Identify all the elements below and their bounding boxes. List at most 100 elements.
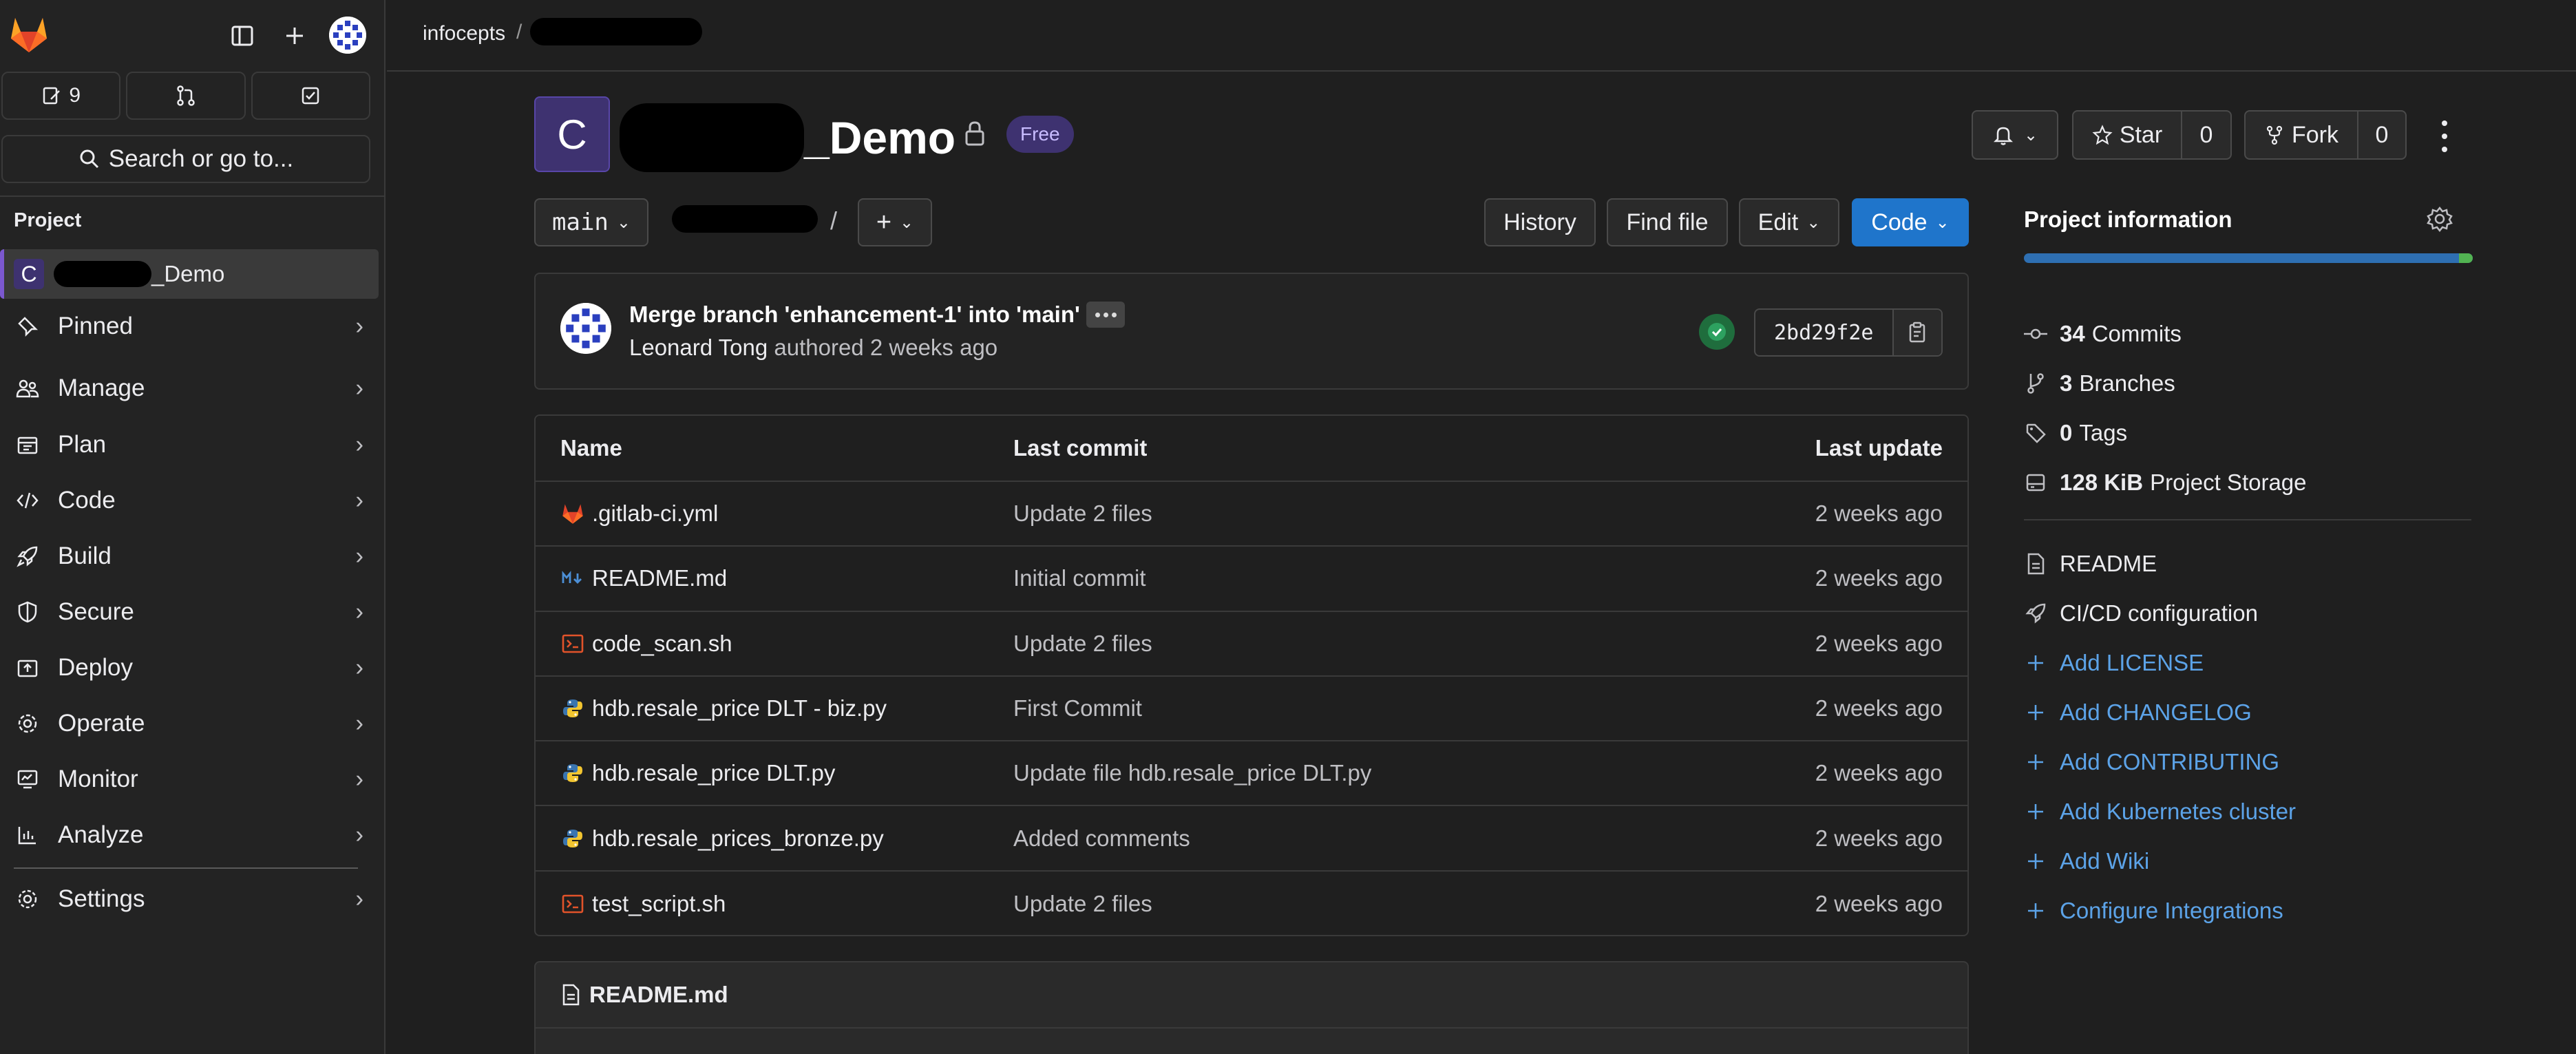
fork-count[interactable]: 0 <box>2358 112 2405 158</box>
storage-stat[interactable]: 128 KiB Project Storage <box>2024 465 2307 500</box>
file-last-commit-link[interactable]: Update 2 files <box>1013 891 1678 917</box>
todos-button[interactable] <box>251 72 370 120</box>
sidebar-item-label: Secure <box>58 598 134 625</box>
file-icon <box>2024 553 2047 575</box>
file-name-cell: hdb.resale_prices_bronze.py <box>536 825 1013 852</box>
plus-icon <box>2024 852 2047 871</box>
settings-icon <box>12 887 43 911</box>
info-link-add-wiki[interactable]: Add Wiki <box>2024 844 2149 878</box>
commit-sha[interactable]: 2bd29f2e <box>1755 321 1892 345</box>
notifications-button[interactable]: ⌄ <box>1972 110 2058 160</box>
code-dropdown-button[interactable]: Code ⌄ <box>1852 198 1969 246</box>
table-row[interactable]: README.md Initial commit 2 weeks ago <box>536 547 1967 612</box>
file-last-commit-link[interactable]: Update 2 files <box>1013 500 1678 527</box>
redacted-text <box>54 261 151 287</box>
file-name-link[interactable]: code_scan.sh <box>592 631 732 657</box>
gear-icon[interactable] <box>2426 205 2453 233</box>
sidebar-item-operate[interactable]: Operate › <box>0 699 379 748</box>
readme-header: README.md <box>536 962 1967 1029</box>
commit-title-link[interactable]: Merge branch 'enhancement-1' into 'main' <box>629 302 1080 328</box>
redacted-text <box>620 103 804 172</box>
info-link-add-kubernetes-cluster[interactable]: Add Kubernetes cluster <box>2024 794 2296 829</box>
expand-commit-description-button[interactable] <box>1086 302 1125 328</box>
star-count[interactable]: 0 <box>2182 112 2230 158</box>
history-button[interactable]: History <box>1484 198 1596 246</box>
sidebar-item-label: Settings <box>58 885 145 912</box>
readme-title[interactable]: README.md <box>589 982 728 1008</box>
table-row[interactable]: hdb.resale_prices_bronze.py Added comment… <box>536 806 1967 872</box>
project-title: _Demo <box>620 103 956 172</box>
file-name-cell: README.md <box>536 565 1013 591</box>
file-last-commit-link[interactable]: First Commit <box>1013 695 1678 721</box>
info-link-add-license[interactable]: Add LICENSE <box>2024 646 2204 680</box>
file-last-commit-link[interactable]: Update 2 files <box>1013 631 1678 657</box>
file-last-commit-link[interactable]: Initial commit <box>1013 565 1678 591</box>
add-to-tree-button[interactable]: + ⌄ <box>858 198 932 246</box>
plus-icon <box>2024 653 2047 673</box>
commits-stat[interactable]: 34 Commits <box>2024 317 2182 351</box>
file-name-link[interactable]: hdb.resale_price DLT - biz.py <box>592 695 887 721</box>
sidebar-item-manage[interactable]: Manage › <box>0 363 379 413</box>
sidebar-current-project[interactable]: C _Demo <box>0 249 379 299</box>
sidebar-item-analyze[interactable]: Analyze › <box>0 810 379 860</box>
sidebar-item-pinned[interactable]: Pinned › <box>0 302 379 351</box>
table-row[interactable]: hdb.resale_price DLT - biz.py First Commi… <box>536 677 1967 742</box>
info-link-add-contributing[interactable]: Add CONTRIBUTING <box>2024 745 2279 779</box>
branch-icon <box>2024 372 2047 394</box>
file-name-link[interactable]: hdb.resale_price DLT.py <box>592 760 835 786</box>
commit-author-link[interactable]: Leonard Tong <box>629 335 768 360</box>
pipeline-passed-icon[interactable] <box>1699 314 1735 350</box>
commit-author-avatar[interactable] <box>560 303 611 354</box>
more-actions-icon[interactable] <box>2434 117 2455 156</box>
info-link-ci-cd-configuration[interactable]: CI/CD configuration <box>2024 596 2258 631</box>
branch-selector[interactable]: main ⌄ <box>534 198 648 246</box>
pin-icon <box>12 315 43 337</box>
table-row[interactable]: hdb.resale_price DLT.py Update file hdb.r… <box>536 741 1967 807</box>
table-row[interactable]: code_scan.sh Update 2 files 2 weeks ago <box>536 612 1967 677</box>
user-avatar[interactable] <box>329 17 366 54</box>
file-name-link[interactable]: test_script.sh <box>592 891 726 917</box>
create-new-icon[interactable] <box>278 19 311 52</box>
search-button[interactable]: Search or go to... <box>1 135 370 183</box>
commit-meta: Leonard Tong authored 2 weeks ago <box>629 335 997 361</box>
info-link-configure-integrations[interactable]: Configure Integrations <box>2024 894 2283 928</box>
sidebar-item-deploy[interactable]: Deploy › <box>0 643 379 693</box>
breadcrumb-group[interactable]: infocepts <box>423 22 505 45</box>
chevron-right-icon: › <box>355 598 363 625</box>
file-name-link[interactable]: .gitlab-ci.yml <box>592 500 718 527</box>
code-icon <box>12 489 43 512</box>
gitlab-logo-icon[interactable] <box>8 15 50 54</box>
breadcrumb-project[interactable] <box>530 18 702 45</box>
branches-stat[interactable]: 3 Branches <box>2024 366 2175 401</box>
plus-icon <box>2024 802 2047 821</box>
sidebar-item-code[interactable]: Code › <box>0 476 379 525</box>
sidebar-item-label: Build <box>58 542 112 569</box>
find-file-button[interactable]: Find file <box>1607 198 1728 246</box>
star-button[interactable]: Star 0 <box>2072 110 2232 160</box>
commit-sha-group: 2bd29f2e <box>1754 308 1943 357</box>
sidebar-item-monitor[interactable]: Monitor › <box>0 755 379 804</box>
copy-sha-button[interactable] <box>1892 310 1941 355</box>
file-name-link[interactable]: hdb.resale_prices_bronze.py <box>592 825 884 852</box>
merge-requests-button[interactable] <box>126 72 246 120</box>
toggle-sidebar-icon[interactable] <box>226 19 259 52</box>
table-row[interactable]: test_script.sh Update 2 files 2 weeks ago <box>536 872 1967 935</box>
sidebar-item-secure[interactable]: Secure › <box>0 587 379 637</box>
sidebar-item-plan[interactable]: Plan › <box>0 420 379 470</box>
tier-badge: Free <box>1006 116 1074 153</box>
file-last-commit-link[interactable]: Added comments <box>1013 825 1678 852</box>
info-link-add-changelog[interactable]: Add CHANGELOG <box>2024 695 2252 730</box>
breadcrumb-path-project[interactable] <box>672 205 818 233</box>
file-name-link[interactable]: README.md <box>592 565 727 591</box>
edit-dropdown-button[interactable]: Edit ⌄ <box>1739 198 1839 246</box>
fork-button[interactable]: Fork 0 <box>2244 110 2407 160</box>
file-last-commit-link[interactable]: Update file hdb.resale_price DLT.py <box>1013 760 1678 786</box>
sidebar-item-build[interactable]: Build › <box>0 531 379 581</box>
sidebar-item-settings[interactable]: Settings › <box>0 874 379 924</box>
path-separator: / <box>830 207 838 235</box>
table-row[interactable]: .gitlab-ci.yml Update 2 files 2 weeks ago <box>536 482 1967 547</box>
info-link-readme[interactable]: README <box>2024 547 2157 581</box>
issues-count-button[interactable]: 9 <box>1 72 121 120</box>
tags-stat[interactable]: 0 Tags <box>2024 416 2127 450</box>
lock-icon <box>965 121 984 146</box>
